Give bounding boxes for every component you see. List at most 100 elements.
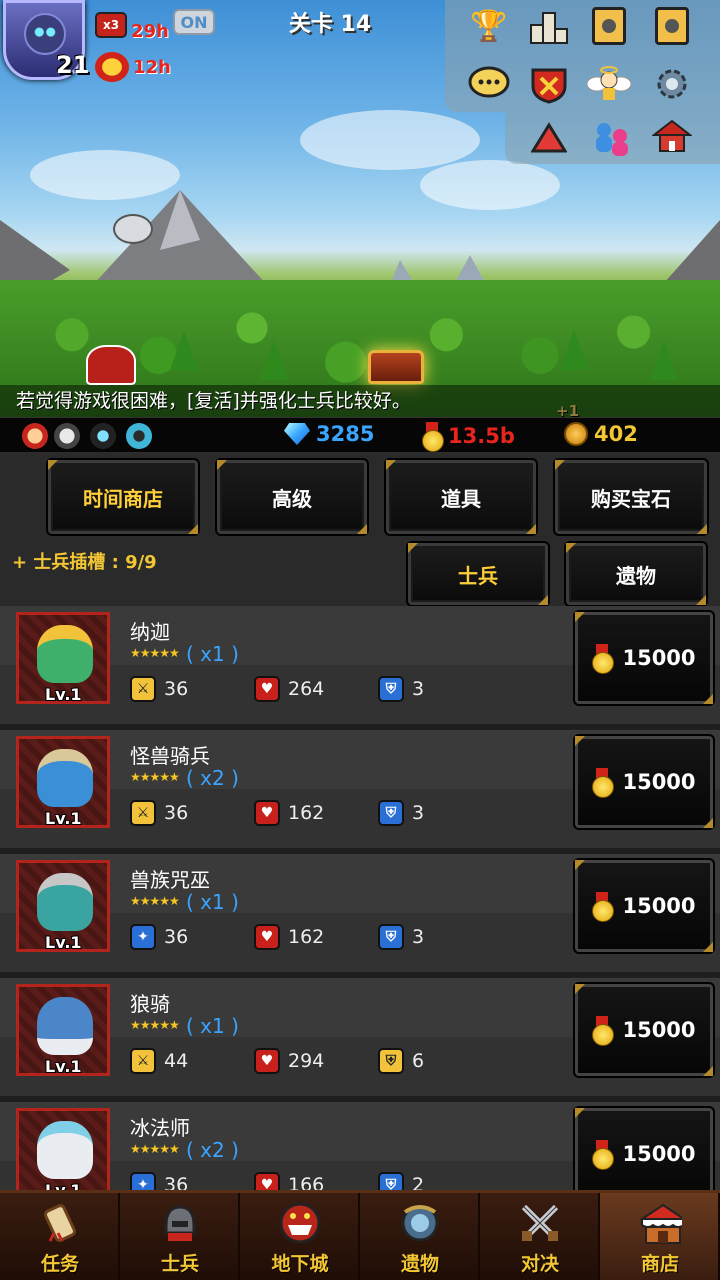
soldier-multiplier: ( x1 ): [186, 1014, 239, 1038]
subtab-soldiers[interactable]: 士兵: [406, 541, 550, 607]
star-rating: ★★★★★: [130, 894, 180, 908]
wolf-rider-icon: [37, 997, 93, 1055]
cloud: [300, 110, 480, 170]
soldier-portrait[interactable]: Lv.1: [16, 860, 110, 952]
heart-icon: ♥: [254, 924, 280, 950]
soldier-name: 怪兽骑兵: [130, 744, 210, 768]
hero-avatar-button[interactable]: 21: [3, 0, 89, 80]
attack-value: 44: [164, 1050, 189, 1072]
defense-value: 3: [412, 678, 425, 700]
soldier-multiplier: ( x2 ): [186, 766, 239, 790]
buy-button[interactable]: 15000: [573, 982, 715, 1078]
shield-icon: ⛨: [378, 1172, 404, 1190]
party-fish-icon[interactable]: [126, 423, 152, 449]
friends-icon[interactable]: [588, 116, 636, 160]
subtab-relics[interactable]: 遗物: [564, 541, 708, 607]
attack-value: 36: [164, 926, 189, 948]
soldier-portrait[interactable]: Lv.1: [16, 612, 110, 704]
naga-icon: [37, 625, 93, 683]
game-screen: +1 21 x3 29h ON 12h 关卡 14 🏆 若觉得游戏很困难，[复活…: [0, 0, 720, 1280]
auto-toggle[interactable]: ON: [173, 9, 215, 35]
party-dark-icon[interactable]: [90, 423, 116, 449]
star-rating: ★★★★★: [130, 1142, 180, 1156]
nav-label: 对决: [520, 1253, 559, 1275]
soldier-list[interactable]: Lv.1 纳迦 ★★★★★ ( x1 ) ⚔ 36 ♥ 264 ⛨ 3 15000 L…: [0, 606, 720, 1190]
orc-shaman-icon: [37, 873, 93, 931]
nav-soldiers[interactable]: 士兵: [120, 1193, 240, 1280]
medal-icon: [592, 1140, 615, 1170]
tip-bar: 若觉得游戏很困难，[复活]并强化士兵比较好。: [0, 385, 720, 417]
nav-shop[interactable]: 商店: [600, 1193, 720, 1280]
coin-counter[interactable]: 402: [564, 422, 638, 446]
defense-stat: ⛨ 2: [378, 1172, 424, 1190]
heart-icon: ♥: [254, 1172, 280, 1190]
relic-orb-icon: [398, 1201, 442, 1245]
bottom-nav: 任务 士兵 地下城 遗物 对决 商店: [0, 1190, 720, 1280]
medal-icon: [422, 422, 444, 452]
tab-premium[interactable]: 高级: [215, 458, 369, 536]
defense-value: 3: [412, 926, 425, 948]
knight-book-icon[interactable]: [585, 4, 633, 48]
sword-icon: ⚔: [130, 1048, 156, 1074]
tab-items[interactable]: 道具: [384, 458, 538, 536]
reward-buff[interactable]: 12h: [95, 52, 171, 82]
ranking-icon[interactable]: [525, 4, 573, 48]
nav-relics[interactable]: 遗物: [360, 1193, 480, 1280]
nav-quests[interactable]: 任务: [0, 1193, 120, 1280]
soldier-portrait[interactable]: Lv.1: [16, 1108, 110, 1190]
buy-button[interactable]: 15000: [573, 858, 715, 954]
soldier-portrait[interactable]: Lv.1: [16, 736, 110, 828]
buy-button[interactable]: 15000: [573, 734, 715, 830]
speed-timer: 29h: [131, 21, 169, 42]
gem-counter[interactable]: 3285: [284, 422, 374, 446]
party-hero-icon[interactable]: [22, 423, 48, 449]
attack-stat: ⚔ 36: [130, 800, 188, 826]
attack-value: 36: [164, 678, 189, 700]
heart-icon: ♥: [254, 800, 280, 826]
star-rating: ★★★★★: [130, 646, 180, 660]
nav-dungeon[interactable]: 地下城: [240, 1193, 360, 1280]
medal-icon: [592, 768, 615, 798]
gem-icon: [284, 423, 310, 445]
attack-stat: ✦ 36: [130, 1172, 188, 1190]
tab-buy-gems[interactable]: 购买宝石: [553, 458, 709, 536]
angel-icon[interactable]: [585, 62, 633, 106]
party-skull-icon[interactable]: [54, 423, 80, 449]
soldier-unit: [86, 345, 136, 385]
shield-icon: ⛨: [378, 924, 404, 950]
chat-icon[interactable]: [465, 62, 513, 106]
magic-wand-icon: ✦: [130, 1172, 156, 1190]
speed-boost-buff[interactable]: x3 29h: [95, 7, 169, 42]
mailbox-icon[interactable]: [648, 116, 696, 160]
soldier-portrait[interactable]: Lv.1: [16, 984, 110, 1076]
nav-label: 遗物: [400, 1253, 439, 1275]
trophy-icon[interactable]: 🏆: [465, 4, 513, 48]
attack-value: 36: [164, 802, 189, 824]
attack-value: 36: [164, 1174, 189, 1190]
battle-scene: +1 21 x3 29h ON 12h 关卡 14 🏆 若觉得游戏很困难，[复活…: [0, 0, 720, 417]
nav-label: 士兵: [160, 1253, 199, 1275]
stage-title: 关卡 14: [288, 12, 372, 37]
defense-stat: ⛨ 3: [378, 676, 424, 702]
defense-stat: ⛨ 3: [378, 924, 424, 950]
list-item: Lv.1 怪兽骑兵 ★★★★★ ( x2 ) ⚔ 36 ♥ 162 ⛨ 3 15000: [0, 730, 720, 848]
buff-timer: 12h: [133, 56, 171, 78]
soldier-slots: + 士兵插槽 : 9/9: [12, 552, 157, 573]
magic-wand-icon: ✦: [130, 924, 156, 950]
buy-button[interactable]: 15000: [573, 610, 715, 706]
sword-book-icon[interactable]: [648, 4, 696, 48]
medal-icon: [592, 644, 615, 674]
up-arrow-icon[interactable]: [525, 116, 573, 160]
hp-value: 264: [288, 678, 325, 700]
nav-label: 商店: [640, 1253, 679, 1275]
guild-shield-icon[interactable]: [525, 62, 573, 106]
medal-counter[interactable]: 13.5b: [422, 422, 515, 452]
heart-icon: ♥: [254, 1048, 280, 1074]
tab-time-shop[interactable]: 时间商店: [46, 458, 200, 536]
hp-value: 294: [288, 1050, 325, 1072]
nav-duel[interactable]: 对决: [480, 1193, 600, 1280]
settings-gear-icon[interactable]: [648, 62, 696, 106]
buy-button[interactable]: 15000: [573, 1106, 715, 1190]
gem-amount: 3285: [316, 422, 375, 446]
treasure-chest-icon[interactable]: [368, 350, 424, 384]
